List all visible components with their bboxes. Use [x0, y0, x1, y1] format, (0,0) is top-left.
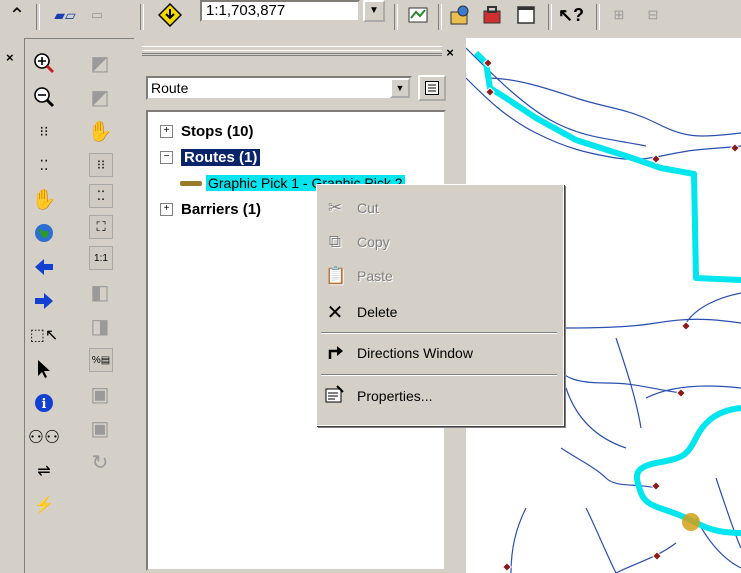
toolbar-separator	[438, 4, 442, 30]
barrier-marker	[682, 513, 700, 531]
main-toolbar: ⌃ ▰▱ ▭ 1:1,703,877 ▼ ↖? ⊞ ⊟	[0, 0, 741, 39]
back-arrow-icon[interactable]	[29, 252, 59, 282]
menu-item-label: Copy	[357, 234, 390, 250]
properties-icon	[325, 384, 345, 408]
layout-pan-icon[interactable]: ✋	[85, 116, 115, 146]
fixed-zoom-in-icon[interactable]: ⁝⁝	[29, 116, 59, 146]
focus-data-frame-icon[interactable]: ▣	[85, 413, 115, 443]
layout-zoom-in-icon[interactable]: ◩	[85, 48, 115, 78]
tree-node-label: Stops (10)	[181, 122, 254, 140]
menu-item-cut[interactable]: ✂ Cut	[317, 191, 561, 225]
grid-icon-2[interactable]: ⊟	[640, 0, 666, 30]
zoom-control-icon[interactable]: %▤	[89, 348, 113, 372]
left-dock-strip: ×	[0, 38, 25, 573]
select-elements-pointer-icon[interactable]	[29, 354, 59, 384]
analysis-properties-button[interactable]	[418, 75, 446, 101]
tree-node-label: Routes (1)	[181, 148, 261, 166]
layout-back-icon[interactable]: ◧	[85, 277, 115, 307]
gray-tool-icon[interactable]: ▭	[86, 0, 108, 30]
identify-icon[interactable]: i	[29, 388, 59, 418]
grid-icon[interactable]: ⊞	[606, 0, 632, 30]
tree-node-routes[interactable]: − Routes (1)	[148, 146, 261, 168]
change-layout-icon[interactable]: ↻	[85, 447, 115, 477]
toolbar-separator	[596, 4, 600, 30]
map-scale-input[interactable]: 1:1,703,877	[200, 0, 360, 22]
layout-zoom-out-icon[interactable]: ◩	[85, 82, 115, 112]
menu-item-copy[interactable]: ⧉ Copy	[317, 225, 561, 259]
tree-node-barriers[interactable]: + Barriers (1)	[148, 198, 261, 220]
menu-item-paste[interactable]: 📋 Paste	[317, 259, 561, 293]
hyperlink-icon[interactable]: ⚡	[29, 490, 59, 520]
menu-item-properties[interactable]: Properties...	[317, 379, 561, 413]
cut-icon: ✂	[327, 198, 343, 217]
paste-icon: 📋	[325, 266, 347, 285]
panel-grip[interactable]	[142, 50, 442, 54]
tree-node-label: Barriers (1)	[181, 200, 262, 218]
menu-separator	[321, 332, 557, 334]
directions-icon	[325, 342, 345, 365]
zoom-page-out-icon[interactable]: ⁚⁚	[89, 184, 113, 208]
zoom-whole-page-icon[interactable]: ⁝⁝	[89, 153, 113, 177]
copy-icon: ⧉	[328, 232, 342, 251]
menu-item-label: Properties...	[357, 388, 433, 404]
zoom-to-page-icon[interactable]: ⛶	[89, 215, 113, 239]
chevron-down-icon[interactable]: ▼	[390, 78, 410, 98]
whats-this-icon[interactable]: ↖?	[556, 0, 586, 30]
command-line-icon[interactable]	[512, 0, 540, 30]
expand-icon[interactable]: +	[160, 124, 173, 138]
arccatalog-icon[interactable]	[446, 0, 474, 30]
menu-item-label: Paste	[357, 268, 393, 284]
forward-arrow-icon[interactable]	[29, 286, 59, 316]
menu-item-label: Cut	[357, 200, 379, 216]
delete-icon: ✕	[326, 301, 344, 324]
menu-item-delete[interactable]: ✕ Delete	[317, 295, 561, 329]
find-binoculars-icon[interactable]: ⚇⚇	[28, 422, 60, 452]
expand-icon[interactable]: +	[160, 202, 173, 216]
svg-text:i: i	[42, 397, 47, 412]
fixed-zoom-out-icon[interactable]: ⁚⁚	[29, 150, 59, 180]
menu-item-label: Directions Window	[357, 345, 473, 361]
select-features-icon[interactable]: ⬚↖	[29, 320, 59, 350]
tree-node-stops[interactable]: + Stops (10)	[148, 120, 254, 142]
toolbar-separator	[394, 4, 398, 30]
editor-toolbar-icon[interactable]	[404, 0, 432, 30]
up-arrow-icon[interactable]: ⌃	[4, 0, 30, 30]
toggle-draft-mode-icon[interactable]: ▣	[85, 379, 115, 409]
list-icon	[425, 81, 439, 95]
close-icon[interactable]: ×	[442, 46, 458, 60]
pan-hand-icon[interactable]: ✋	[29, 184, 59, 214]
arctoolbox-icon[interactable]	[478, 0, 506, 30]
toolbar-separator	[548, 4, 552, 30]
context-menu: ✂ Cut ⧉ Copy 📋 Paste ✕ Delete Directions…	[316, 184, 564, 426]
layout-toolbar: ◩ ◩ ✋ ⁝⁝ ⁚⁚ ⛶ 1:1 ◧ ◨ %▤ ▣ ▣ ↻	[82, 44, 120, 481]
toolbar-separator	[36, 4, 40, 30]
zoom-out-icon[interactable]	[29, 82, 59, 112]
zoom-in-icon[interactable]	[29, 48, 59, 78]
full-extent-globe-icon[interactable]	[29, 218, 59, 248]
layout-forward-icon[interactable]: ◨	[85, 311, 115, 341]
add-data-icon[interactable]	[156, 0, 184, 30]
menu-item-label: Delete	[357, 304, 398, 320]
scale-dropdown-button[interactable]: ▼	[363, 0, 385, 22]
measure-icon[interactable]: ⇌	[29, 456, 59, 486]
zoom-100-percent-icon[interactable]: 1:1	[89, 246, 113, 270]
layer-icon[interactable]: ▰▱	[50, 0, 80, 30]
tools-toolbar: ⁝⁝ ⁚⁚ ✋ ⬚↖ i ⚇⚇ ⇌ ⚡	[26, 44, 64, 524]
menu-separator	[321, 374, 557, 376]
collapse-icon[interactable]: −	[160, 150, 173, 164]
menu-item-directions-window[interactable]: Directions Window	[317, 336, 561, 370]
toolbar-separator	[140, 4, 144, 30]
route-symbol-icon	[180, 180, 202, 186]
analysis-layer-select[interactable]: Route	[146, 76, 412, 100]
close-icon[interactable]: ×	[6, 50, 14, 65]
